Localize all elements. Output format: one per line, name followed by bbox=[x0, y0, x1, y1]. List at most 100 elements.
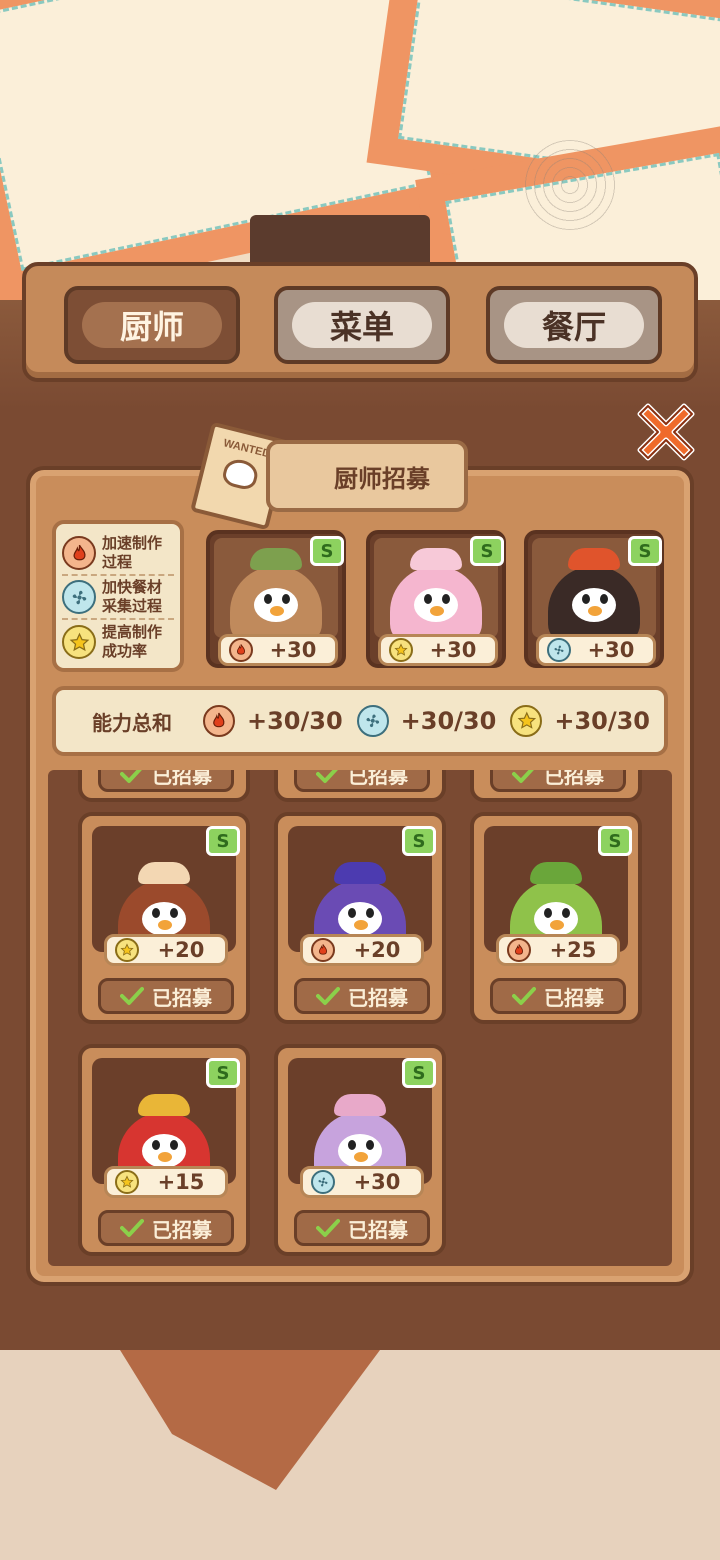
recruited-button[interactable]: 已招募 bbox=[294, 978, 430, 1014]
check-icon bbox=[512, 987, 536, 1005]
recruited-label: 已招募 bbox=[152, 770, 212, 788]
summary-star-value: +30/30 bbox=[554, 707, 650, 735]
selected-chef-slot[interactable]: S +30 bbox=[524, 530, 664, 668]
chef-stat-value: +20 bbox=[353, 938, 401, 962]
summary-label: 能力总和 bbox=[92, 710, 172, 735]
chef-stat-pill: +30 bbox=[378, 634, 498, 666]
fan-icon bbox=[547, 638, 571, 662]
legend-text-star: 提高制作 成功率 bbox=[102, 623, 163, 660]
ability-legend: 加速制作 过程 加快餐材 采集过程 提高制作 成功率 bbox=[52, 520, 184, 672]
chef-stat-pill: +20 bbox=[300, 934, 424, 966]
recruited-button[interactable]: 已招募 bbox=[294, 1210, 430, 1246]
chef-stat-pill: +20 bbox=[104, 934, 228, 966]
star-icon bbox=[115, 938, 139, 962]
check-icon bbox=[120, 1219, 144, 1237]
chef-card[interactable]: S +20 已招募 bbox=[274, 812, 446, 1024]
summary-fire-value: +30/30 bbox=[246, 707, 343, 735]
recruited-button[interactable]: 已招募 bbox=[98, 770, 234, 792]
fire-icon bbox=[202, 705, 235, 737]
recruited-label: 已招募 bbox=[152, 985, 212, 1010]
recruited-label: 已招募 bbox=[544, 985, 604, 1010]
rank-badge: S bbox=[470, 536, 504, 566]
rank-badge: S bbox=[206, 826, 240, 856]
star-icon bbox=[62, 625, 96, 659]
chef-stat-value: +30 bbox=[429, 638, 477, 662]
fire-icon bbox=[62, 536, 96, 570]
room-background-bottom bbox=[0, 1350, 720, 1560]
recruited-button[interactable]: 已招募 bbox=[98, 978, 234, 1014]
check-icon bbox=[316, 1219, 340, 1237]
chef-stat-value: +30 bbox=[269, 638, 317, 662]
chef-stat-pill: +30 bbox=[536, 634, 656, 666]
recruited-button[interactable]: 已招募 bbox=[98, 1210, 234, 1246]
chef-list[interactable]: 已招募 已招募 已招募 S +20 已招募 S +20 已招募 S +25 已招募 S +15 已招募 S +… bbox=[48, 770, 672, 1266]
tab-restaurant-label: 餐厅 bbox=[541, 308, 606, 346]
rank-badge: S bbox=[310, 536, 344, 566]
legend-row-fire: 加速制作 过程 bbox=[62, 532, 174, 576]
tab-chef-label: 厨师 bbox=[119, 308, 184, 346]
recruited-label: 已招募 bbox=[348, 985, 408, 1010]
star-icon bbox=[510, 705, 543, 737]
summary-fan-value: +30/30 bbox=[400, 707, 497, 735]
legend-row-star: 提高制作 成功率 bbox=[62, 620, 174, 664]
selected-chef-slot[interactable]: S +30 bbox=[366, 530, 506, 668]
panel-title-text: 厨师招募 bbox=[334, 464, 430, 493]
chef-stat-pill: +30 bbox=[300, 1166, 424, 1198]
recruited-button[interactable]: 已招募 bbox=[490, 978, 626, 1014]
panel-title: 厨师招募 bbox=[266, 440, 468, 512]
check-icon bbox=[316, 987, 340, 1005]
tab-restaurant[interactable]: 餐厅 bbox=[486, 286, 662, 364]
chef-stat-value: +15 bbox=[157, 1170, 205, 1194]
chef-card[interactable]: S +20 已招募 bbox=[78, 812, 250, 1024]
spider-web-decoration bbox=[520, 140, 620, 230]
chef-stat-pill: +25 bbox=[496, 934, 620, 966]
fan-icon bbox=[356, 705, 389, 737]
close-button[interactable] bbox=[626, 392, 706, 472]
chef-card[interactable]: S +30 已招募 bbox=[274, 1044, 446, 1256]
chef-card-partial[interactable]: 已招募 bbox=[470, 770, 642, 802]
rank-badge: S bbox=[206, 1058, 240, 1088]
tab-menu[interactable]: 菜单 bbox=[274, 286, 450, 364]
chef-stat-value: +20 bbox=[157, 938, 205, 962]
star-icon bbox=[115, 1170, 139, 1194]
chef-stat-value: +25 bbox=[549, 938, 597, 962]
legend-text-fire: 加速制作 过程 bbox=[102, 534, 163, 571]
tab-chef[interactable]: 厨师 bbox=[64, 286, 240, 364]
recruited-label: 已招募 bbox=[348, 770, 408, 788]
legend-text-fan: 加快餐材 采集过程 bbox=[102, 578, 163, 615]
ability-summary-bar: 能力总和 +30/30 +30/30 +30/30 bbox=[52, 686, 668, 756]
chef-card[interactable]: S +25 已招募 bbox=[470, 812, 642, 1024]
chef-card[interactable]: S +15 已招募 bbox=[78, 1044, 250, 1256]
chef-stat-value: +30 bbox=[587, 638, 635, 662]
chef-stat-pill: +15 bbox=[104, 1166, 228, 1198]
tab-menu-label: 菜单 bbox=[329, 308, 394, 346]
wanted-poster-text: WANTED bbox=[222, 437, 272, 461]
legend-row-fan: 加快餐材 采集过程 bbox=[62, 576, 174, 620]
check-icon bbox=[512, 770, 534, 783]
check-icon bbox=[316, 770, 338, 783]
chef-card-partial[interactable]: 已招募 bbox=[274, 770, 446, 802]
chef-card-partial[interactable]: 已招募 bbox=[78, 770, 250, 802]
close-icon bbox=[637, 403, 695, 461]
recruited-button[interactable]: 已招募 bbox=[294, 770, 430, 792]
floor-rug-decoration bbox=[120, 1350, 380, 1490]
recruited-button[interactable]: 已招募 bbox=[490, 770, 626, 792]
recruited-label: 已招募 bbox=[544, 770, 604, 788]
selected-chef-slot[interactable]: S +30 bbox=[206, 530, 346, 668]
recruited-label: 已招募 bbox=[152, 1217, 212, 1242]
fire-icon bbox=[507, 938, 531, 962]
summary-star: +30/30 bbox=[510, 705, 650, 737]
fire-icon bbox=[311, 938, 335, 962]
chef-stat-pill: +30 bbox=[218, 634, 338, 666]
fan-icon bbox=[311, 1170, 335, 1194]
check-icon bbox=[120, 770, 142, 783]
rank-badge: S bbox=[628, 536, 662, 566]
fire-icon bbox=[229, 638, 253, 662]
category-tab-bar: 厨师 菜单 餐厅 bbox=[22, 262, 698, 382]
chef-stat-value: +30 bbox=[353, 1170, 401, 1194]
summary-fire: +30/30 bbox=[202, 705, 343, 737]
recruited-label: 已招募 bbox=[348, 1217, 408, 1242]
star-icon bbox=[389, 638, 413, 662]
check-icon bbox=[120, 987, 144, 1005]
fan-icon bbox=[62, 580, 96, 614]
